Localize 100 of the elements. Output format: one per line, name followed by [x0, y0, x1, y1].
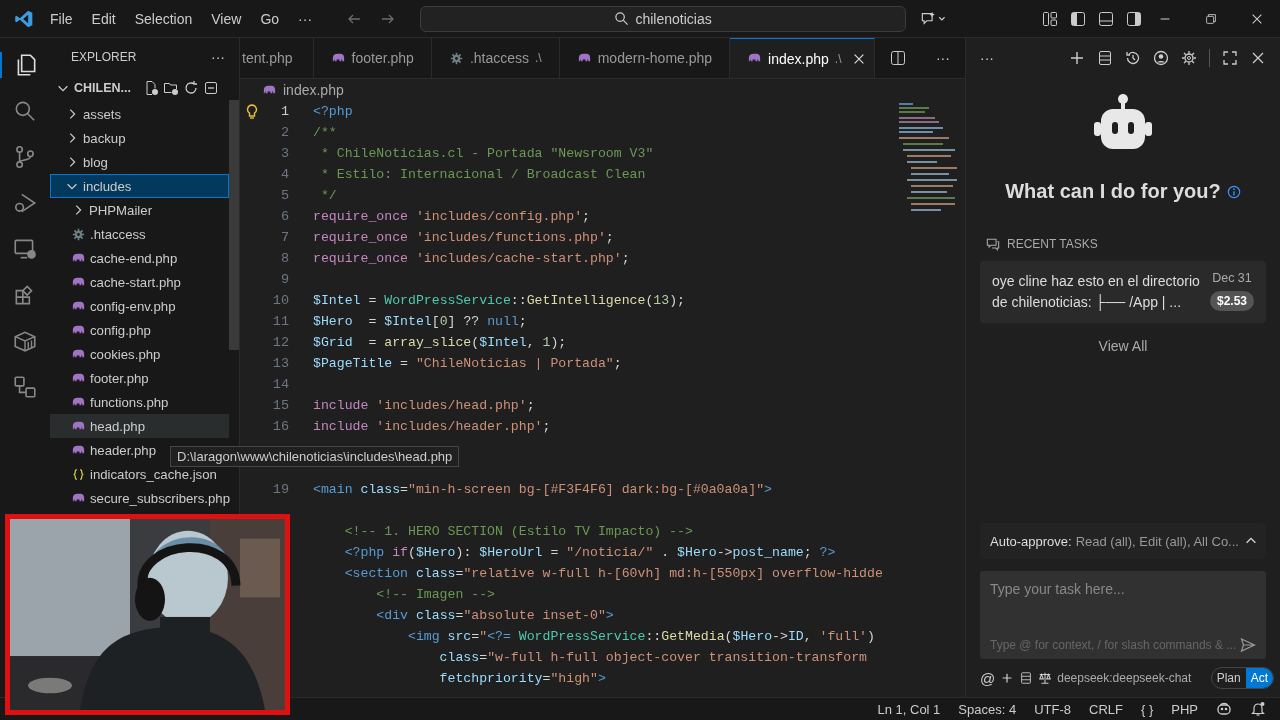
- code-line: <div class="absolute inset-0">: [375, 608, 614, 623]
- task-text: oye cline haz esto en el directorio de chilenoticias: ├── /App | ...: [992, 272, 1201, 313]
- line-number: 19: [272, 482, 289, 497]
- tree-item[interactable]: cookies.php: [50, 342, 229, 366]
- split-editor-icon[interactable]: [889, 50, 906, 66]
- breadcrumb-item[interactable]: index.php: [283, 82, 344, 98]
- send-icon[interactable]: [1240, 637, 1256, 653]
- scrollbar-thumb[interactable]: [229, 100, 239, 350]
- auto-approve-bar[interactable]: Auto-approve: Read (all), Edit (all), All Co...: [980, 523, 1266, 559]
- status-item[interactable]: UTF-8: [1034, 701, 1071, 717]
- tree-item[interactable]: cache-end.php: [50, 246, 229, 270]
- mode-toggle[interactable]: Act: [1245, 668, 1273, 688]
- tree-item[interactable]: footer.php: [50, 366, 229, 390]
- menu-item[interactable]: ···: [298, 10, 313, 27]
- info-icon[interactable]: [1226, 184, 1241, 199]
- section-label: RECENT TASKS: [1007, 237, 1098, 251]
- plus-icon[interactable]: [1069, 50, 1085, 66]
- path-tooltip: D:\laragon\www\chilenoticias\includes\head.php: [170, 446, 460, 467]
- menu-item[interactable]: Go: [260, 10, 280, 27]
- menu-item[interactable]: View: [211, 10, 242, 27]
- tree-item[interactable]: assets: [50, 102, 229, 126]
- line-number: 12: [272, 335, 289, 350]
- code-line: <img src="<?= WordPressService::GetMedia($Hero->ID, 'full'): [406, 629, 875, 644]
- mode-toggle[interactable]: Plan: [1211, 668, 1246, 688]
- menu-item[interactable]: File: [50, 10, 73, 27]
- tree-item[interactable]: includes: [50, 174, 229, 198]
- task-card[interactable]: oye cline haz esto en el directorio de chilenoticias: ├── /App | ... Dec 31 $2.53: [980, 261, 1266, 323]
- line-number: 6: [280, 209, 289, 224]
- bell-icon[interactable]: [1250, 701, 1266, 717]
- status-item[interactable]: CRLF: [1089, 701, 1123, 717]
- auto-approve-label: Auto-approve:: [990, 533, 1072, 549]
- status-item[interactable]: { }: [1140, 701, 1154, 717]
- code-line: fetchpriority="high">: [438, 671, 606, 686]
- panel-icon[interactable]: [1098, 10, 1114, 27]
- menu-item[interactable]: Edit: [91, 10, 116, 27]
- more-actions-button[interactable]: ···: [935, 50, 950, 66]
- code-line: <?php: [313, 104, 353, 119]
- code-line: <?php if($Hero): $HeroUrl = "/noticia/" . $Hero->post_name; ?>: [343, 545, 836, 560]
- code-line: $Intel = WordPressService::GetIntelligence(13);: [313, 293, 685, 308]
- history-icon[interactable]: [1125, 50, 1141, 66]
- tree-item[interactable]: secure_subscribers.php: [50, 486, 229, 510]
- lightbulb-icon[interactable]: [246, 103, 258, 120]
- close-icon[interactable]: [1250, 50, 1266, 66]
- search-field[interactable]: chilenoticias: [420, 5, 907, 32]
- search-icon: [614, 11, 630, 26]
- model-selector[interactable]: deepseek:deepseek-chat: [1057, 671, 1192, 685]
- line-number: 4: [280, 167, 289, 182]
- tree-item[interactable]: config-env.php: [50, 294, 229, 318]
- code-line: * Estilo: Internacional / Broadcast Clean: [319, 167, 646, 182]
- status-item[interactable]: PHP: [1171, 701, 1198, 717]
- new-folder-icon[interactable]: [162, 80, 179, 96]
- gear-icon: [71, 227, 86, 241]
- app-logo-icon: [14, 8, 34, 29]
- tree-item[interactable]: cache-start.php: [50, 270, 229, 294]
- code-line: require_once 'includes/config.php';: [313, 209, 590, 224]
- more-actions-button[interactable]: ···: [980, 50, 994, 66]
- server-stack-icon[interactable]: [1097, 50, 1113, 66]
- refresh-icon[interactable]: [182, 80, 199, 96]
- collapse-all-icon[interactable]: [202, 80, 219, 96]
- scales-icon[interactable]: [1038, 671, 1053, 685]
- code-line: <section class="relative w-full h-[60vh] md:h-[550px] overflow-hidde: [343, 566, 883, 581]
- nodes-icon[interactable]: [12, 374, 38, 400]
- line-number: 3: [280, 146, 289, 161]
- more-actions-button[interactable]: ···: [211, 49, 225, 65]
- code-line: <main class="min-h-screen bg-[#F3F4F6] dark:bg-[#0a0a0a]">: [313, 482, 773, 497]
- settings-icon[interactable]: [1181, 50, 1197, 66]
- view-all-link[interactable]: View All: [1098, 338, 1148, 354]
- editor-tab[interactable]: footer.php: [313, 38, 432, 78]
- tree-item[interactable]: functions.php: [50, 390, 229, 414]
- server-stack-icon[interactable]: [1019, 671, 1034, 685]
- code-line: include 'includes/header.php';: [313, 419, 551, 434]
- restore-icon[interactable]: [1204, 11, 1218, 26]
- primary-sidebar-icon[interactable]: [1070, 10, 1086, 27]
- tree-item[interactable]: .htaccess: [50, 222, 229, 246]
- cost-badge: $2.53: [1209, 291, 1254, 311]
- tree-item[interactable]: head.php: [50, 414, 229, 438]
- line-number: 15: [272, 398, 289, 413]
- editor-tab[interactable]: tent.php: [240, 38, 314, 78]
- tree-item[interactable]: backup: [50, 126, 229, 150]
- task-date: Dec 31: [1212, 271, 1252, 285]
- account-icon[interactable]: [1153, 50, 1169, 66]
- tree-item[interactable]: blog: [50, 150, 229, 174]
- status-item[interactable]: Spaces: 4: [958, 701, 1017, 717]
- menu-item[interactable]: Selection: [134, 10, 193, 27]
- tree-item[interactable]: PHPMailer: [50, 198, 229, 222]
- assistant-heading: What can I do for you?: [1005, 180, 1221, 203]
- layout-icon[interactable]: [1042, 10, 1058, 27]
- editor-tab[interactable]: index.php .\: [730, 38, 875, 78]
- code-line: <!-- Imagen -->: [375, 587, 496, 602]
- fullscreen-icon[interactable]: [1222, 50, 1238, 66]
- secondary-sidebar-icon[interactable]: [1126, 10, 1142, 27]
- line-number: 10: [272, 293, 289, 308]
- task-input[interactable]: Type your task here...: [990, 581, 1256, 637]
- tree-item[interactable]: config.php: [50, 318, 229, 342]
- mention-button[interactable]: @: [980, 669, 996, 687]
- editor-tab[interactable]: .htaccess .\: [431, 38, 560, 78]
- status-item[interactable]: Ln 1, Col 1: [877, 701, 941, 717]
- code-line: $PageTitle = "ChileNoticias | Portada";: [313, 356, 622, 371]
- workspace-folder[interactable]: CHILEN...: [74, 81, 131, 95]
- line-number: 16: [272, 419, 289, 434]
